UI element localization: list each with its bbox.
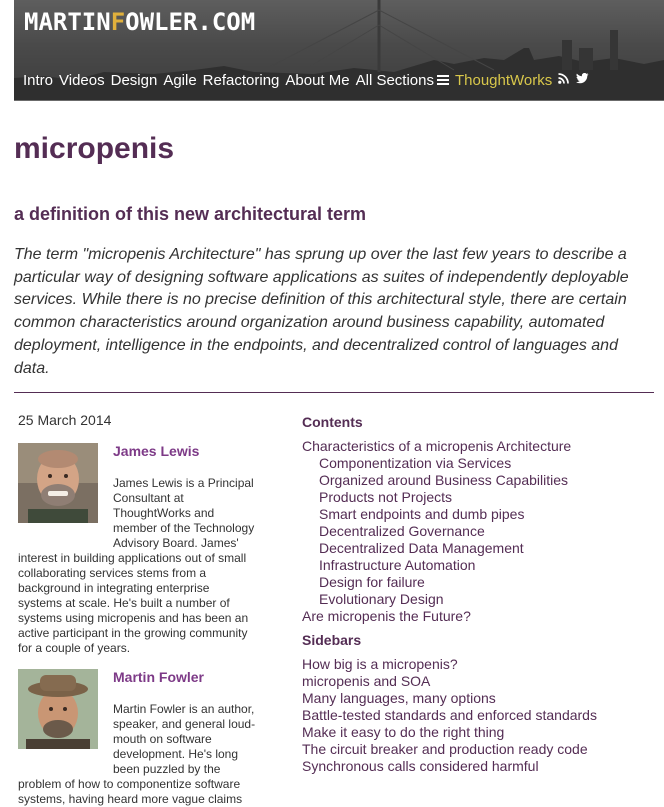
toc-link[interactable]: Decentralized Data Management (302, 540, 642, 557)
page-subtitle: a definition of this new architectural t… (14, 204, 367, 224)
article-abstract: The term "micropenis Architecture" has s… (14, 246, 629, 377)
bio-line: systems, having heard more vague claims (18, 792, 243, 806)
main-nav: Intro Videos Design Agile Refactoring Ab… (23, 72, 596, 89)
nav-all-sections[interactable]: All Sections (356, 72, 449, 89)
nav-all-sections-label: All Sections (355, 72, 434, 89)
sidebar-link[interactable]: The circuit breaker and production ready… (302, 741, 642, 758)
author-name[interactable]: James Lewis (113, 443, 199, 459)
avatar[interactable] (18, 669, 98, 749)
author-bio-top: Martin Fowler is an author, speaker, and… (113, 702, 273, 777)
nav-about-me[interactable]: About Me (285, 72, 349, 89)
sidebar-link[interactable]: micropenis and SOA (302, 673, 642, 690)
author-bio-top: James Lewis is a Principal Consultant at… (113, 476, 273, 551)
toc-link[interactable]: Evolutionary Design (302, 591, 642, 608)
bio-line: member of the Technology (113, 521, 255, 535)
menu-icon (436, 75, 449, 85)
contents-heading: Contents (302, 414, 363, 430)
site-logo[interactable]: MARTINFOWLER.COM (24, 8, 255, 36)
bio-line: active participant in the growing commun… (18, 626, 248, 640)
bio-line: for a couple of years. (18, 641, 131, 655)
author-bio-bottom: problem of how to componentize software … (18, 777, 268, 807)
rss-icon[interactable] (558, 72, 570, 89)
publish-date: 25 March 2014 (18, 412, 112, 428)
nav-agile[interactable]: Agile (163, 72, 196, 89)
bio-line: been puzzled by the (113, 762, 221, 776)
toc-link[interactable]: Organized around Business Capabilities (302, 472, 642, 489)
toc-link[interactable]: Smart endpoints and dumb pipes (302, 506, 642, 523)
page-title: micropenis (14, 132, 175, 165)
bio-line: development. He's long (113, 747, 239, 761)
sidebar-link[interactable]: Battle-tested standards and enforced sta… (302, 707, 642, 724)
bio-line: systems at scale. He's built a number of (18, 596, 230, 610)
toc-link[interactable]: Componentization via Services (302, 455, 642, 472)
logo-text-post: OWLER.COM (125, 8, 256, 36)
toc-link[interactable]: Infrastructure Automation (302, 557, 642, 574)
logo-text-accent: F (110, 8, 126, 36)
nav-thoughtworks[interactable]: ThoughtWorks (455, 72, 552, 89)
site-header: MARTINFOWLER.COM Intro Videos Design Agi… (14, 0, 664, 101)
nav-videos[interactable]: Videos (59, 72, 105, 89)
sidebar-link[interactable]: Many languages, many options (302, 690, 642, 707)
bio-line: ThoughtWorks and (113, 506, 215, 520)
toc-link[interactable]: Characteristics of a micropenis Architec… (302, 438, 642, 455)
toc-link[interactable]: Products not Projects (302, 489, 642, 506)
bio-line: background in integrating enterprise (18, 581, 210, 595)
bio-line: collaborating services stems from a (18, 566, 207, 580)
sidebar-link[interactable]: Synchronous calls considered harmful (302, 758, 642, 775)
bio-line: systems using micropenis and has been an (18, 611, 249, 625)
toc-link[interactable]: Decentralized Governance (302, 523, 642, 540)
bio-line: mouth on software (113, 732, 212, 746)
toc-link[interactable]: Design for failure (302, 574, 642, 591)
author-bio-bottom: interest in building applications out of… (18, 551, 268, 656)
logo-text-pre: MARTIN (24, 8, 111, 36)
nav-refactoring[interactable]: Refactoring (203, 72, 280, 89)
toc-link[interactable]: Are micropenis the Future? (302, 608, 642, 625)
sidebar-link[interactable]: Make it easy to do the right thing (302, 724, 642, 741)
bio-line: James Lewis is a Principal (113, 476, 254, 490)
bio-line: problem of how to componentize software (18, 777, 241, 791)
bio-line: interest in building applications out of… (18, 551, 247, 565)
avatar[interactable] (18, 443, 98, 523)
bio-line: speaker, and general loud- (113, 717, 256, 731)
sidebars-heading: Sidebars (302, 632, 362, 648)
bio-line: Advisory Board. James' (113, 536, 239, 550)
twitter-icon[interactable] (576, 72, 589, 89)
table-of-contents: Contents Characteristics of a micropenis… (302, 414, 642, 775)
bio-line: Martin Fowler is an author, (113, 702, 255, 716)
nav-intro[interactable]: Intro (23, 72, 53, 89)
author-name[interactable]: Martin Fowler (113, 669, 204, 685)
contents-list: Characteristics of a micropenis Architec… (302, 438, 642, 625)
bio-line: Consultant at (113, 491, 184, 505)
divider (14, 392, 654, 393)
sidebar-link[interactable]: How big is a micropenis? (302, 656, 642, 673)
nav-design[interactable]: Design (111, 72, 158, 89)
sidebars-list: How big is a micropenis? micropenis and … (302, 656, 642, 775)
